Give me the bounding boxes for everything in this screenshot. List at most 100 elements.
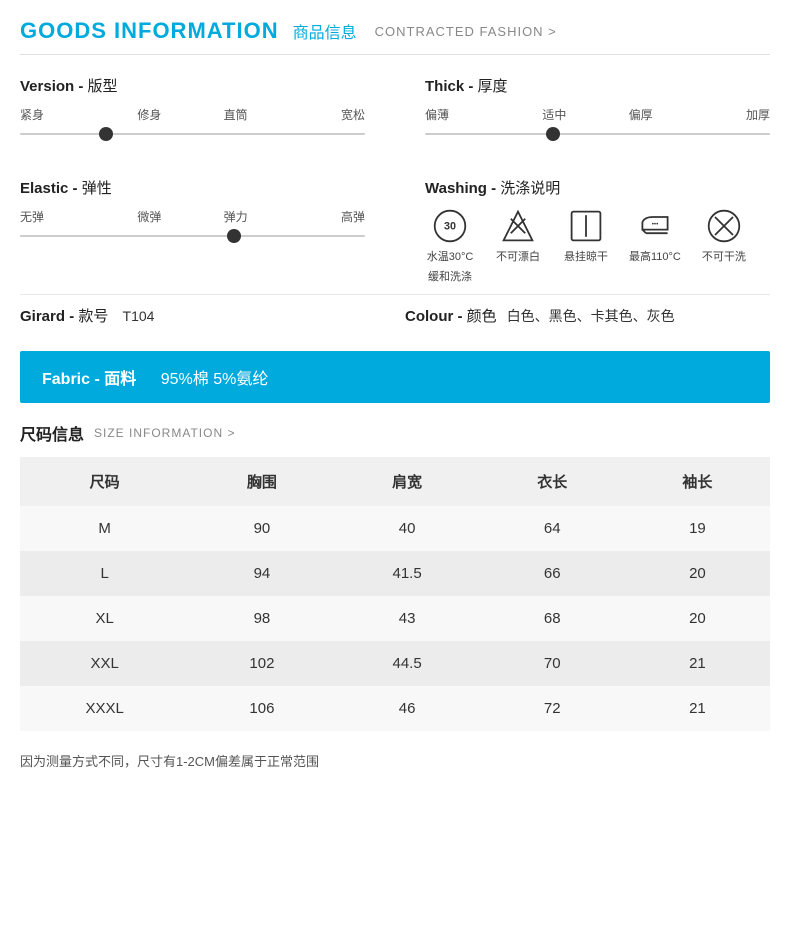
table-row: XXXL106467221 (20, 686, 770, 731)
page-wrapper: GOODS INFORMATION 商品信息 CONTRACTED FASHIO… (0, 0, 790, 780)
thick-thumb (546, 127, 560, 141)
version-tick-1: 修身 (106, 106, 192, 123)
cell-4-4: 21 (625, 686, 770, 731)
thick-track (425, 133, 770, 135)
table-row: M90406419 (20, 506, 770, 551)
col-header-length: 衣长 (480, 457, 625, 506)
cell-1-4: 20 (625, 551, 770, 596)
girard-col: Girard - 款号 T104 (20, 305, 385, 327)
size-section-cn: 尺码信息 (20, 421, 84, 445)
size-section-en[interactable]: SIZE INFORMATION > (94, 426, 235, 440)
wash-iron-icon: ••• (637, 208, 673, 244)
col-header-chest: 胸围 (189, 457, 334, 506)
header-title-cn: 商品信息 (293, 19, 357, 43)
version-thick-row: Version - 版型 紧身 修身 直筒 宽松 Thick (20, 75, 770, 157)
cell-4-1: 106 (189, 686, 334, 731)
elastic-tick-0: 无弹 (20, 208, 106, 225)
elastic-tick-2: 弹力 (193, 208, 279, 225)
cell-0-0: M (20, 506, 189, 551)
col-header-shoulder: 肩宽 (335, 457, 480, 506)
size-table: 尺码 胸围 肩宽 衣长 袖长 M90406419L9441.56620XL984… (20, 457, 770, 731)
wash-nobleach-icon (500, 208, 536, 244)
cell-1-0: L (20, 551, 189, 596)
wash-nodryclean-icon (706, 208, 742, 244)
version-ticks: 紧身 修身 直筒 宽松 (20, 106, 365, 123)
wash-item-iron: ••• 最高110°C (629, 208, 681, 264)
thick-tick-0: 偏薄 (425, 106, 511, 123)
wash-item-nodryclean: 不可干洗 (699, 208, 749, 264)
header-contracted[interactable]: CONTRACTED FASHION > (375, 24, 557, 39)
table-row: XXL10244.57021 (20, 641, 770, 686)
elastic-tick-3: 高弹 (279, 208, 365, 225)
cell-4-3: 72 (480, 686, 625, 731)
girard-label: Girard - 款号 (20, 308, 113, 325)
thick-slider: 偏薄 适中 偏厚 加厚 (425, 106, 770, 157)
elastic-track (20, 235, 365, 237)
version-thumb (99, 127, 113, 141)
cell-2-2: 43 (335, 596, 480, 641)
thick-col: Thick - 厚度 偏薄 适中 偏厚 加厚 (395, 75, 770, 157)
version-tick-2: 直筒 (193, 106, 279, 123)
elastic-track-wrap (20, 229, 365, 243)
elastic-label: Elastic - 弹性 (20, 177, 365, 198)
wash-water-icon: 30 (432, 208, 468, 244)
fabric-label: Fabric - 面料 (42, 371, 141, 388)
version-col: Version - 版型 紧身 修身 直筒 宽松 (20, 75, 395, 157)
cell-0-2: 40 (335, 506, 480, 551)
size-note: 因为测量方式不同，尺寸有1-2CM偏差属于正常范围 (20, 745, 770, 780)
version-slider: 紧身 修身 直筒 宽松 (20, 106, 365, 157)
washing-label: Washing - 洗涤说明 (425, 177, 770, 198)
header-title-en: GOODS INFORMATION (20, 18, 279, 44)
size-table-header-row: 尺码 胸围 肩宽 衣长 袖长 (20, 457, 770, 506)
version-track-wrap (20, 127, 365, 141)
size-table-body: M90406419L9441.56620XL98436820XXL10244.5… (20, 506, 770, 731)
girard-value: T104 (123, 308, 155, 324)
fabric-bar: Fabric - 面料 95%棉 5%氨纶 (20, 351, 770, 403)
cell-3-4: 21 (625, 641, 770, 686)
version-tick-3: 宽松 (279, 106, 365, 123)
thick-label: Thick - 厚度 (425, 75, 770, 96)
fabric-value: 95%棉 5%氨纶 (161, 371, 269, 388)
svg-text:30: 30 (444, 221, 456, 233)
wash-item-hang: 悬挂晾干 (561, 208, 611, 264)
cell-1-3: 66 (480, 551, 625, 596)
version-tick-0: 紧身 (20, 106, 106, 123)
table-row: L9441.56620 (20, 551, 770, 596)
cell-3-1: 102 (189, 641, 334, 686)
table-row: XL98436820 (20, 596, 770, 641)
cell-2-1: 98 (189, 596, 334, 641)
cell-0-3: 64 (480, 506, 625, 551)
cell-4-2: 46 (335, 686, 480, 731)
col-header-size: 尺码 (20, 457, 189, 506)
elastic-col: Elastic - 弹性 无弹 微弹 弹力 高弹 (20, 177, 395, 259)
elastic-slider: 无弹 微弹 弹力 高弹 (20, 208, 365, 259)
cell-2-0: XL (20, 596, 189, 641)
size-section-header: 尺码信息 SIZE INFORMATION > (20, 421, 770, 445)
washing-col: Washing - 洗涤说明 30 水温30°C 缓和洗涤 (395, 177, 770, 284)
cell-3-2: 44.5 (335, 641, 480, 686)
header: GOODS INFORMATION 商品信息 CONTRACTED FASHIO… (20, 0, 770, 55)
thick-track-wrap (425, 127, 770, 141)
thick-tick-2: 偏厚 (598, 106, 684, 123)
elastic-tick-1: 微弹 (106, 208, 192, 225)
svg-text:•••: ••• (652, 221, 659, 228)
cell-4-0: XXXL (20, 686, 189, 731)
colour-label: Colour - 颜色 (405, 305, 497, 326)
cell-2-4: 20 (625, 596, 770, 641)
girard-colour-row: Girard - 款号 T104 Colour - 颜色 白色、黑色、卡其色、灰… (20, 294, 770, 337)
cell-0-4: 19 (625, 506, 770, 551)
cell-1-1: 94 (189, 551, 334, 596)
col-header-sleeve: 袖长 (625, 457, 770, 506)
cell-2-3: 68 (480, 596, 625, 641)
washing-icons-row: 30 水温30°C 缓和洗涤 不可漂白 (425, 208, 770, 284)
thick-tick-3: 加厚 (684, 106, 770, 123)
wash-item-nobleach: 不可漂白 (493, 208, 543, 264)
colour-value: 白色、黑色、卡其色、灰色 (507, 305, 675, 327)
version-track (20, 133, 365, 135)
cell-1-2: 41.5 (335, 551, 480, 596)
version-label: Version - 版型 (20, 75, 365, 96)
cell-0-1: 90 (189, 506, 334, 551)
cell-3-3: 70 (480, 641, 625, 686)
wash-item-water: 30 水温30°C 缓和洗涤 (425, 208, 475, 284)
elastic-washing-row: Elastic - 弹性 无弹 微弹 弹力 高弹 Washing (20, 177, 770, 284)
